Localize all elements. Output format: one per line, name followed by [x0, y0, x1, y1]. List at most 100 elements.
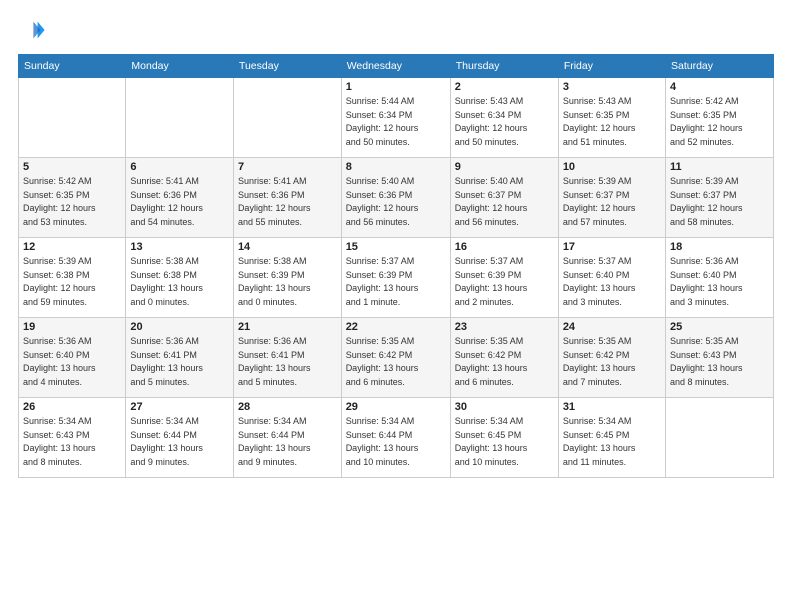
day-cell: 3 Sunrise: 5:43 AM Sunset: 6:35 PM Daylig… — [558, 78, 665, 158]
day-cell: 14 Sunrise: 5:38 AM Sunset: 6:39 PM Dayli… — [233, 238, 341, 318]
day-cell: 30 Sunrise: 5:34 AM Sunset: 6:45 PM Dayli… — [450, 398, 558, 478]
day-number: 5 — [23, 161, 121, 173]
day-cell: 17 Sunrise: 5:37 AM Sunset: 6:40 PM Dayli… — [558, 238, 665, 318]
day-cell: 6Sunrise: 5:41 AM Sunset: 6:36 PM Daylig… — [126, 158, 234, 238]
day-info: Sunrise: 5:36 AM Sunset: 6:41 PM Dayligh… — [130, 335, 229, 389]
day-cell: 7 Sunrise: 5:41 AM Sunset: 6:36 PM Daylig… — [233, 158, 341, 238]
day-number: 9 — [455, 161, 554, 173]
day-cell: 26 Sunrise: 5:34 AM Sunset: 6:43 PM Dayli… — [19, 398, 126, 478]
weekday-header-friday: Friday — [558, 55, 665, 78]
day-info: Sunrise: 5:37 AM Sunset: 6:40 PM Dayligh… — [563, 255, 661, 309]
day-number: 7 — [238, 161, 337, 173]
day-number: 18 — [670, 241, 769, 253]
day-cell: 29Sunrise: 5:34 AM Sunset: 6:44 PM Dayli… — [341, 398, 450, 478]
day-number: 11 — [670, 161, 769, 173]
day-info: Sunrise: 5:36 AM Sunset: 6:40 PM Dayligh… — [23, 335, 121, 389]
day-number: 27 — [130, 401, 229, 413]
week-row-1: 5 Sunrise: 5:42 AM Sunset: 6:35 PM Daylig… — [19, 158, 774, 238]
day-cell: 2 Sunrise: 5:43 AM Sunset: 6:34 PM Daylig… — [450, 78, 558, 158]
day-cell: 27 Sunrise: 5:34 AM Sunset: 6:44 PM Dayli… — [126, 398, 234, 478]
weekday-header-wednesday: Wednesday — [341, 55, 450, 78]
day-number: 14 — [238, 241, 337, 253]
day-info: Sunrise: 5:34 AM Sunset: 6:45 PM Dayligh… — [455, 415, 554, 469]
day-number: 2 — [455, 81, 554, 93]
day-number: 6 — [130, 161, 229, 173]
day-cell: 22 Sunrise: 5:35 AM Sunset: 6:42 PM Dayli… — [341, 318, 450, 398]
day-info: Sunrise: 5:34 AM Sunset: 6:44 PM Dayligh… — [130, 415, 229, 469]
day-cell: 18 Sunrise: 5:36 AM Sunset: 6:40 PM Dayli… — [665, 238, 773, 318]
day-cell: 24 Sunrise: 5:35 AM Sunset: 6:42 PM Dayli… — [558, 318, 665, 398]
day-cell — [19, 78, 126, 158]
week-row-4: 26 Sunrise: 5:34 AM Sunset: 6:43 PM Dayli… — [19, 398, 774, 478]
day-cell: 8Sunrise: 5:40 AM Sunset: 6:36 PM Daylig… — [341, 158, 450, 238]
day-number: 13 — [130, 241, 229, 253]
day-number: 22 — [346, 321, 446, 333]
day-info: Sunrise: 5:34 AM Sunset: 6:45 PM Dayligh… — [563, 415, 661, 469]
day-number: 4 — [670, 81, 769, 93]
header — [18, 16, 774, 44]
day-cell: 13Sunrise: 5:38 AM Sunset: 6:38 PM Dayli… — [126, 238, 234, 318]
day-number: 30 — [455, 401, 554, 413]
day-number: 15 — [346, 241, 446, 253]
day-info: Sunrise: 5:41 AM Sunset: 6:36 PM Dayligh… — [238, 175, 337, 229]
day-number: 26 — [23, 401, 121, 413]
day-cell: 4 Sunrise: 5:42 AM Sunset: 6:35 PM Daylig… — [665, 78, 773, 158]
day-info: Sunrise: 5:34 AM Sunset: 6:43 PM Dayligh… — [23, 415, 121, 469]
day-cell: 23 Sunrise: 5:35 AM Sunset: 6:42 PM Dayli… — [450, 318, 558, 398]
day-number: 17 — [563, 241, 661, 253]
day-info: Sunrise: 5:42 AM Sunset: 6:35 PM Dayligh… — [23, 175, 121, 229]
weekday-header-row: SundayMondayTuesdayWednesdayThursdayFrid… — [19, 55, 774, 78]
day-number: 21 — [238, 321, 337, 333]
day-info: Sunrise: 5:43 AM Sunset: 6:34 PM Dayligh… — [455, 95, 554, 149]
day-cell — [126, 78, 234, 158]
day-info: Sunrise: 5:39 AM Sunset: 6:38 PM Dayligh… — [23, 255, 121, 309]
day-cell: 21 Sunrise: 5:36 AM Sunset: 6:41 PM Dayli… — [233, 318, 341, 398]
day-cell: 1Sunrise: 5:44 AM Sunset: 6:34 PM Daylig… — [341, 78, 450, 158]
day-number: 31 — [563, 401, 661, 413]
day-info: Sunrise: 5:42 AM Sunset: 6:35 PM Dayligh… — [670, 95, 769, 149]
day-number: 10 — [563, 161, 661, 173]
day-number: 28 — [238, 401, 337, 413]
day-info: Sunrise: 5:35 AM Sunset: 6:43 PM Dayligh… — [670, 335, 769, 389]
week-row-3: 19Sunrise: 5:36 AM Sunset: 6:40 PM Dayli… — [19, 318, 774, 398]
day-cell: 12 Sunrise: 5:39 AM Sunset: 6:38 PM Dayli… — [19, 238, 126, 318]
day-info: Sunrise: 5:39 AM Sunset: 6:37 PM Dayligh… — [670, 175, 769, 229]
day-cell: 15 Sunrise: 5:37 AM Sunset: 6:39 PM Dayli… — [341, 238, 450, 318]
weekday-header-sunday: Sunday — [19, 55, 126, 78]
day-info: Sunrise: 5:39 AM Sunset: 6:37 PM Dayligh… — [563, 175, 661, 229]
day-info: Sunrise: 5:35 AM Sunset: 6:42 PM Dayligh… — [563, 335, 661, 389]
calendar: SundayMondayTuesdayWednesdayThursdayFrid… — [18, 54, 774, 478]
day-number: 24 — [563, 321, 661, 333]
day-info: Sunrise: 5:35 AM Sunset: 6:42 PM Dayligh… — [346, 335, 446, 389]
day-info: Sunrise: 5:37 AM Sunset: 6:39 PM Dayligh… — [346, 255, 446, 309]
day-info: Sunrise: 5:36 AM Sunset: 6:40 PM Dayligh… — [670, 255, 769, 309]
day-info: Sunrise: 5:38 AM Sunset: 6:39 PM Dayligh… — [238, 255, 337, 309]
day-info: Sunrise: 5:37 AM Sunset: 6:39 PM Dayligh… — [455, 255, 554, 309]
day-number: 23 — [455, 321, 554, 333]
logo — [18, 16, 50, 44]
day-info: Sunrise: 5:35 AM Sunset: 6:42 PM Dayligh… — [455, 335, 554, 389]
day-number: 3 — [563, 81, 661, 93]
day-number: 20 — [130, 321, 229, 333]
week-row-0: 1Sunrise: 5:44 AM Sunset: 6:34 PM Daylig… — [19, 78, 774, 158]
day-cell: 19Sunrise: 5:36 AM Sunset: 6:40 PM Dayli… — [19, 318, 126, 398]
day-cell: 11 Sunrise: 5:39 AM Sunset: 6:37 PM Dayli… — [665, 158, 773, 238]
day-cell — [233, 78, 341, 158]
day-number: 29 — [346, 401, 446, 413]
day-info: Sunrise: 5:43 AM Sunset: 6:35 PM Dayligh… — [563, 95, 661, 149]
day-cell: 28Sunrise: 5:34 AM Sunset: 6:44 PM Dayli… — [233, 398, 341, 478]
day-number: 25 — [670, 321, 769, 333]
day-cell — [665, 398, 773, 478]
day-number: 16 — [455, 241, 554, 253]
week-row-2: 12 Sunrise: 5:39 AM Sunset: 6:38 PM Dayli… — [19, 238, 774, 318]
day-cell: 5 Sunrise: 5:42 AM Sunset: 6:35 PM Daylig… — [19, 158, 126, 238]
day-cell: 20 Sunrise: 5:36 AM Sunset: 6:41 PM Dayli… — [126, 318, 234, 398]
day-cell: 25 Sunrise: 5:35 AM Sunset: 6:43 PM Dayli… — [665, 318, 773, 398]
day-number: 12 — [23, 241, 121, 253]
day-number: 1 — [346, 81, 446, 93]
page: SundayMondayTuesdayWednesdayThursdayFrid… — [0, 0, 792, 612]
weekday-header-saturday: Saturday — [665, 55, 773, 78]
day-info: Sunrise: 5:36 AM Sunset: 6:41 PM Dayligh… — [238, 335, 337, 389]
day-info: Sunrise: 5:40 AM Sunset: 6:36 PM Dayligh… — [346, 175, 446, 229]
day-cell: 16 Sunrise: 5:37 AM Sunset: 6:39 PM Dayli… — [450, 238, 558, 318]
